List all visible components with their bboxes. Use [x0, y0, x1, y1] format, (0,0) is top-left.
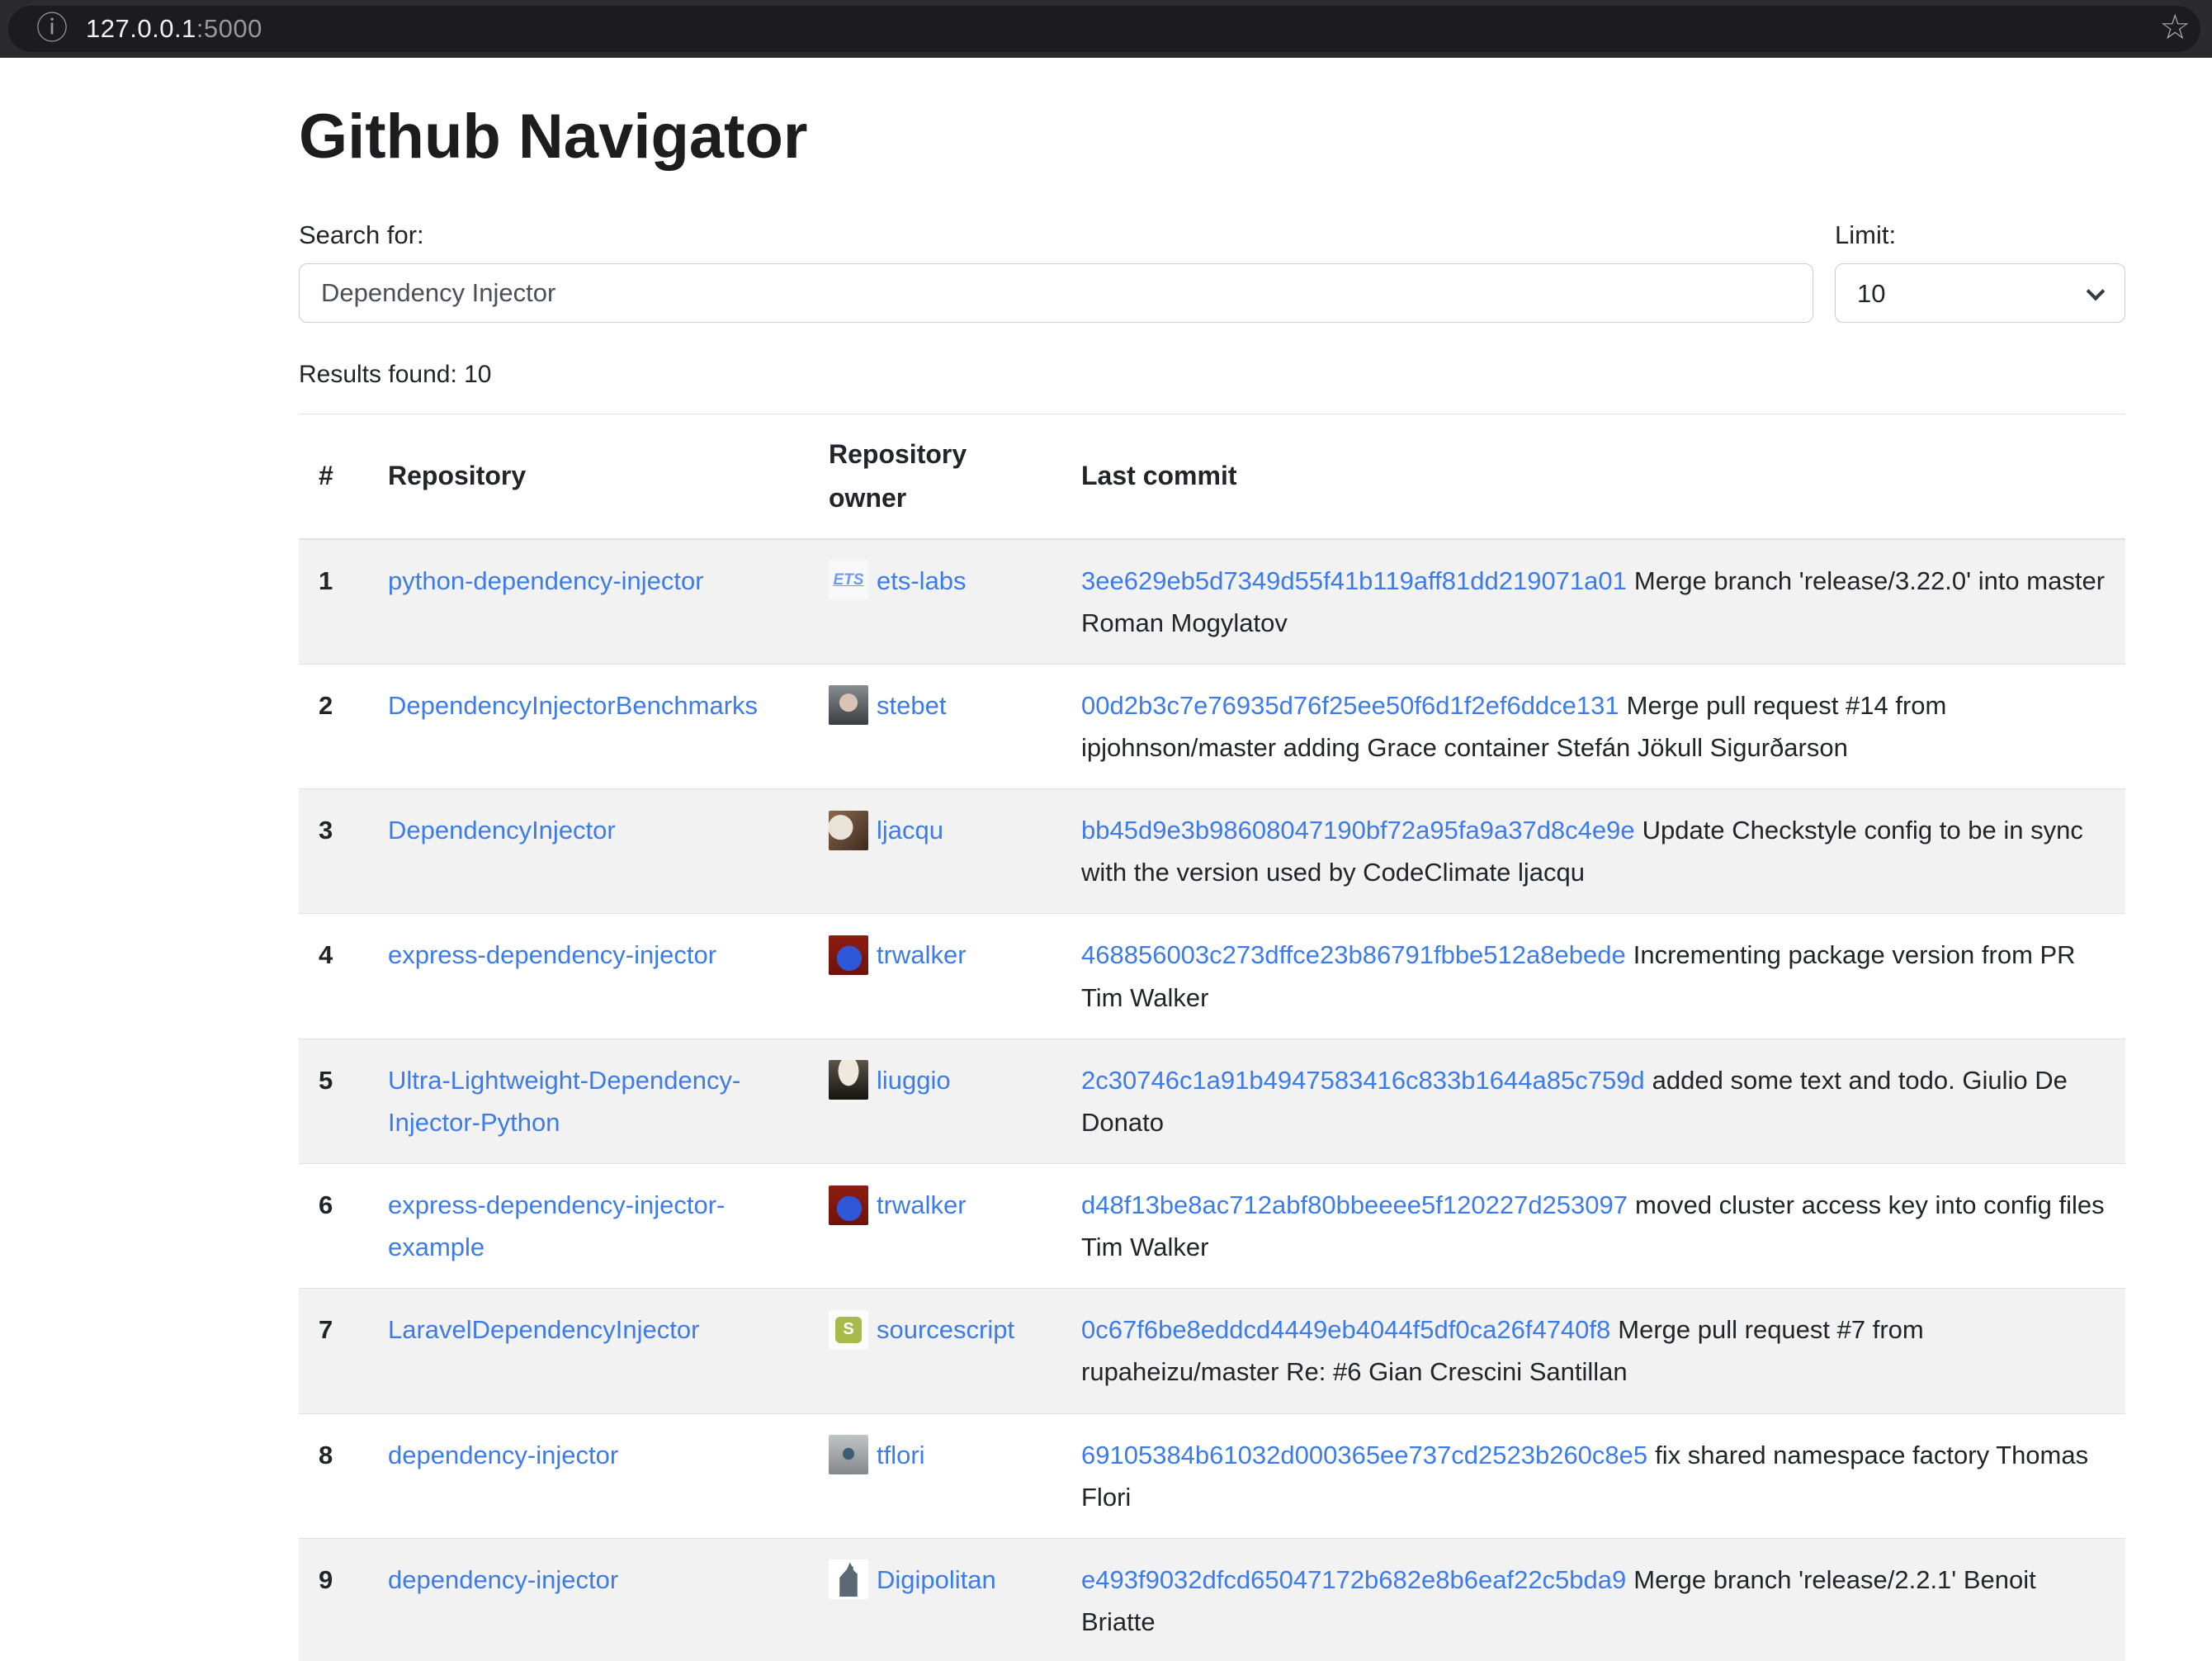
url-bar[interactable]: ⓘ 127.0.0.1:5000 [8, 6, 2200, 52]
owner-link[interactable]: Digipolitan [877, 1559, 996, 1601]
commit-sha-link[interactable]: e493f9032dfcd65047172b682e8b6eaf22c5bda9 [1081, 1565, 1626, 1594]
repo-link[interactable]: dependency-injector [388, 1441, 618, 1469]
search-column: Search for: [299, 220, 1813, 323]
row-index: 7 [299, 1289, 368, 1413]
owner-link[interactable]: tflori [877, 1434, 925, 1476]
commit-sha-link[interactable]: 2c30746c1a91b4947583416c833b1644a85c759d [1081, 1066, 1645, 1095]
limit-column: Limit: 10 [1835, 220, 2125, 323]
owner-avatar [829, 1435, 868, 1474]
row-index: 1 [299, 539, 368, 665]
results-summary: Results found: 10 [299, 361, 2125, 389]
repo-link[interactable]: express-dependency-injector [388, 940, 716, 969]
table-row: 6 express-dependency-injector-example tr… [299, 1164, 2125, 1289]
owner-avatar [829, 811, 868, 850]
owner-cell: liuggio [829, 1059, 1042, 1101]
owner-link[interactable]: sourcescript [877, 1308, 1014, 1351]
table-row: 3 DependencyInjector ljacqu bb45d9e3b986… [299, 789, 2125, 914]
owner-avatar: ETS [829, 561, 868, 600]
owner-link[interactable]: liuggio [877, 1059, 951, 1101]
row-index: 2 [299, 664, 368, 788]
row-index: 8 [299, 1413, 368, 1538]
column-header-last-commit: Last commit [1061, 414, 2125, 539]
owner-avatar [829, 1559, 868, 1599]
search-row: Search for: Limit: 10 [299, 220, 2125, 323]
table-row: 1 python-dependency-injector ETS ets-lab… [299, 539, 2125, 665]
owner-cell: trwalker [829, 1184, 1042, 1226]
limit-select[interactable]: 10 [1835, 263, 2125, 323]
table-row: 2 DependencyInjectorBenchmarks stebet 00… [299, 664, 2125, 788]
limit-label: Limit: [1835, 220, 2125, 250]
repo-link[interactable]: LaravelDependencyInjector [388, 1315, 699, 1344]
owner-cell: S sourcescript [829, 1308, 1042, 1351]
repo-link[interactable]: dependency-injector [388, 1565, 618, 1594]
page-content: Github Navigator Search for: Limit: 10 R… [0, 58, 2212, 1661]
owner-link[interactable]: stebet [877, 684, 946, 726]
owner-link[interactable]: ets-labs [877, 560, 967, 602]
commit-sha-link[interactable]: 69105384b61032d000365ee737cd2523b260c8e5 [1081, 1441, 1647, 1469]
column-header-index: # [299, 414, 368, 539]
table-head: # Repository Repository owner Last commi… [299, 414, 2125, 539]
row-index: 6 [299, 1164, 368, 1289]
row-index: 5 [299, 1039, 368, 1163]
url-host: 127.0.0.1 [86, 14, 196, 43]
avatar-glyph: ETS [834, 567, 864, 593]
owner-avatar: S [829, 1310, 868, 1350]
limit-select-wrap: 10 [1835, 263, 2125, 323]
search-label: Search for: [299, 220, 1813, 250]
table-row: 8 dependency-injector tflori 69105384b61… [299, 1413, 2125, 1538]
url-text: 127.0.0.1:5000 [86, 14, 262, 44]
owner-cell: tflori [829, 1434, 1042, 1476]
commit-sha-link[interactable]: 0c67f6be8eddcd4449eb4044f5df0ca26f4740f8 [1081, 1315, 1610, 1344]
owner-avatar [829, 685, 868, 725]
column-header-repository: Repository [368, 414, 809, 539]
row-index: 3 [299, 789, 368, 914]
owner-link[interactable]: ljacqu [877, 809, 943, 851]
table-row: 4 express-dependency-injector trwalker 4… [299, 914, 2125, 1039]
page-title: Github Navigator [299, 101, 2125, 173]
commit-sha-link[interactable]: d48f13be8ac712abf80bbeeee5f120227d253097 [1081, 1190, 1628, 1219]
owner-avatar [829, 1060, 868, 1100]
row-index: 4 [299, 914, 368, 1039]
repo-link[interactable]: python-dependency-injector [388, 566, 704, 595]
browser-chrome: ⓘ 127.0.0.1:5000 ☆ [0, 0, 2212, 58]
table-row: 7 LaravelDependencyInjector S sourcescri… [299, 1289, 2125, 1413]
info-icon[interactable]: ⓘ [36, 13, 68, 45]
table-row: 9 dependency-injector Digipolitan e493f9… [299, 1538, 2125, 1661]
column-header-owner: Repository owner [809, 414, 1061, 539]
owner-avatar [829, 1185, 868, 1225]
search-input[interactable] [299, 263, 1813, 323]
commit-sha-link[interactable]: bb45d9e3b98608047190bf72a95fa9a37d8c4e9e [1081, 816, 1635, 845]
avatar-glyph: S [835, 1317, 862, 1343]
owner-avatar [829, 935, 868, 975]
repo-link[interactable]: Ultra-Lightweight-Dependency-Injector-Py… [388, 1066, 740, 1137]
table-header-row: # Repository Repository owner Last commi… [299, 414, 2125, 539]
results-table: # Repository Repository owner Last commi… [299, 414, 2125, 1661]
owner-link[interactable]: trwalker [877, 934, 967, 976]
commit-sha-link[interactable]: 468856003c273dffce23b86791fbbe512a8ebede [1081, 940, 1626, 969]
repo-link[interactable]: express-dependency-injector-example [388, 1190, 725, 1261]
repo-link[interactable]: DependencyInjector [388, 816, 616, 845]
repo-link[interactable]: DependencyInjectorBenchmarks [388, 691, 758, 720]
owner-cell: ljacqu [829, 809, 1042, 851]
table-body: 1 python-dependency-injector ETS ets-lab… [299, 539, 2125, 1661]
row-index: 9 [299, 1538, 368, 1661]
avatar-glyph [834, 1562, 863, 1597]
owner-cell: ETS ets-labs [829, 560, 1042, 602]
owner-cell: stebet [829, 684, 1042, 726]
table-row: 5 Ultra-Lightweight-Dependency-Injector-… [299, 1039, 2125, 1163]
owner-cell: Digipolitan [829, 1559, 1042, 1601]
star-icon[interactable]: ☆ [2159, 7, 2191, 47]
owner-link[interactable]: trwalker [877, 1184, 967, 1226]
commit-sha-link[interactable]: 00d2b3c7e76935d76f25ee50f6d1f2ef6ddce131 [1081, 691, 1619, 720]
owner-cell: trwalker [829, 934, 1042, 976]
url-port: :5000 [196, 14, 262, 43]
commit-sha-link[interactable]: 3ee629eb5d7349d55f41b119aff81dd219071a01 [1081, 566, 1627, 595]
